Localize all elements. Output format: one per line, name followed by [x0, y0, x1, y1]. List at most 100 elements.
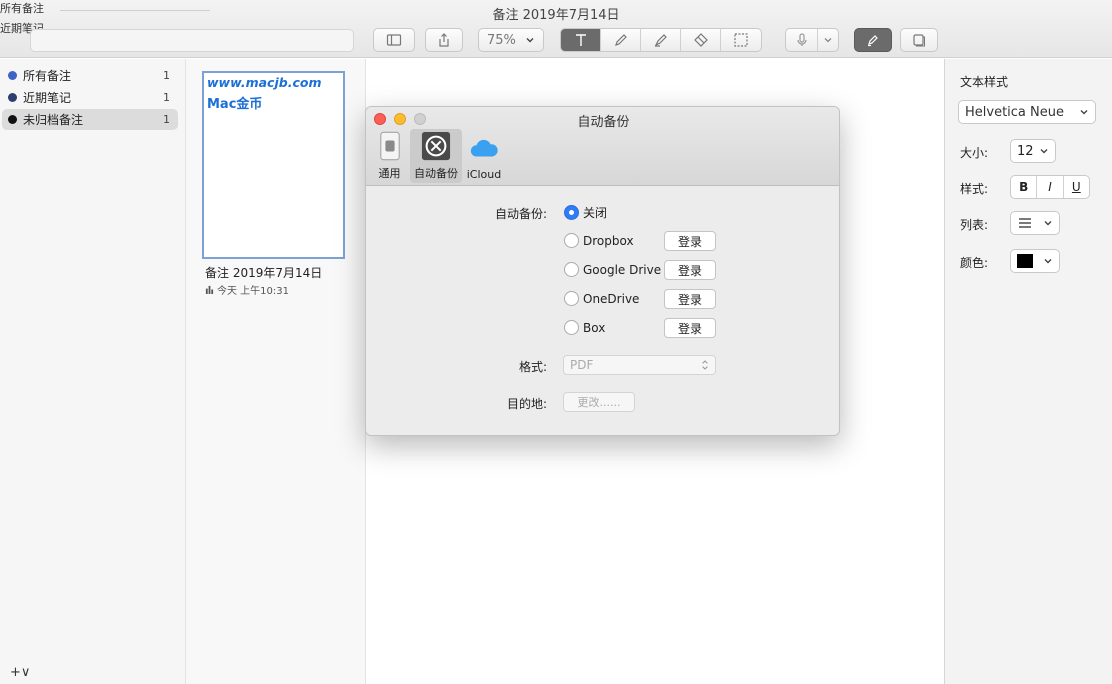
- dropbox-login-button[interactable]: 登录: [664, 231, 716, 251]
- tab-auto-backup[interactable]: 自动备份: [410, 129, 462, 183]
- radio-indicator: [564, 205, 579, 220]
- dialog-header: 自动备份 通用 自动备份 iCloud: [366, 107, 839, 186]
- color-swatch: [1017, 254, 1033, 268]
- eraser-icon: [693, 33, 708, 47]
- radio-label: 关闭: [583, 206, 608, 220]
- sidebar-item-unarchived[interactable]: 未归档备注 1: [2, 109, 178, 130]
- chevron-down-icon: [1080, 110, 1088, 115]
- text-color-select[interactable]: [1010, 249, 1060, 273]
- chevron-down-icon: [1044, 259, 1052, 264]
- radio-label: Google Drive: [583, 262, 662, 277]
- radio-box[interactable]: Box: [564, 320, 605, 335]
- chevron-down-icon: [1040, 149, 1048, 154]
- note-date: 今天 上午10:31: [217, 286, 289, 297]
- chevron-down-icon: [824, 38, 832, 43]
- underline-button[interactable]: U: [1064, 176, 1089, 198]
- search-field[interactable]: [30, 29, 354, 52]
- sidebar-item-label: 所有备注: [23, 69, 72, 83]
- note-list: www.macjb.com Mac金币 备注 2019年7月14日 今天 上午1…: [186, 59, 366, 684]
- radio-google-drive[interactable]: Google Drive: [564, 262, 661, 277]
- radio-dropbox[interactable]: Dropbox: [564, 233, 634, 248]
- radio-label: Box: [583, 320, 606, 335]
- font-family-value: Helvetica Neue: [965, 104, 1064, 120]
- sidebar-item-count: 1: [163, 113, 170, 126]
- selection-tool-button[interactable]: [721, 29, 761, 51]
- text-tool-button[interactable]: [561, 29, 601, 51]
- list-style-select[interactable]: [1010, 211, 1060, 235]
- add-notebook-button[interactable]: +∨: [10, 665, 30, 680]
- radio-onedrive[interactable]: OneDrive: [564, 291, 639, 306]
- blue-dot-icon: [8, 71, 17, 80]
- format-label: 格式:: [518, 360, 547, 374]
- radio-label: Dropbox: [583, 233, 634, 248]
- backup-label: 自动备份:: [494, 207, 547, 221]
- dialog-title: 自动备份: [577, 115, 630, 130]
- tab-label: iCloud: [466, 168, 502, 181]
- box-login-button[interactable]: 登录: [664, 318, 716, 338]
- radio-off[interactable]: 关闭: [564, 204, 607, 221]
- selection-icon: [734, 33, 748, 47]
- pen-tool-button[interactable]: [601, 29, 641, 51]
- list-label: 列表:: [960, 218, 989, 232]
- thumbnail-text: www.macjb.com: [207, 75, 322, 90]
- black-dot-icon: [8, 115, 17, 124]
- bold-button[interactable]: B: [1011, 176, 1038, 198]
- tab-general[interactable]: 通用: [371, 129, 408, 183]
- window-toolbar: 所有备注 近期笔记 备注 2019年7月14日 75%: [0, 0, 1112, 58]
- page-icon: [913, 34, 925, 47]
- size-label: 大小:: [960, 146, 989, 160]
- italic-button[interactable]: I: [1037, 176, 1064, 198]
- note-title: 备注 2019年7月14日: [205, 266, 323, 280]
- note-thumbnail[interactable]: www.macjb.com Mac金币: [202, 71, 345, 259]
- inspector-heading: 文本样式: [960, 75, 1009, 89]
- backup-icon: [421, 130, 451, 162]
- microphone-button[interactable]: [786, 29, 818, 51]
- font-size-value: 12: [1017, 143, 1034, 159]
- zoom-select[interactable]: 75%: [478, 28, 544, 52]
- radio-indicator: [564, 291, 579, 306]
- tab-icloud[interactable]: iCloud: [464, 129, 504, 183]
- sidebar-toggle-button[interactable]: [373, 28, 415, 52]
- text-style-control: B I U: [1010, 175, 1090, 199]
- format-value: PDF: [570, 358, 594, 372]
- highlighter-tool-button[interactable]: [641, 29, 681, 51]
- font-family-select[interactable]: Helvetica Neue: [958, 100, 1096, 124]
- dialog-body: 自动备份: 关闭 Dropbox 登录 Google Drive 登录 OneD…: [366, 187, 839, 435]
- sidebar-item-recent[interactable]: 近期笔记 1: [2, 87, 178, 108]
- sidebar-item-label: 未归档备注: [23, 113, 84, 127]
- highlighter-icon: [654, 34, 667, 47]
- style-label: 样式:: [960, 182, 989, 196]
- record-options-button[interactable]: [818, 29, 838, 51]
- change-destination-button[interactable]: 更改......: [563, 392, 635, 412]
- chevron-down-icon: [526, 38, 534, 43]
- thumbnail-text: Mac金币: [207, 97, 263, 112]
- window-title: 备注 2019年7月14日: [492, 8, 620, 23]
- sidebar: 所有备注 1 近期笔记 1 未归档备注 1 +∨: [0, 59, 186, 684]
- eraser-tool-button[interactable]: [681, 29, 721, 51]
- share-icon: [439, 33, 449, 47]
- onedrive-login-button[interactable]: 登录: [664, 289, 716, 309]
- inspector-toggle-button[interactable]: [900, 28, 938, 52]
- font-size-select[interactable]: 12: [1010, 139, 1056, 163]
- zoom-value: 75%: [487, 32, 516, 48]
- format-select[interactable]: PDF: [563, 355, 716, 375]
- color-label: 颜色:: [960, 256, 989, 270]
- destination-label: 目的地:: [506, 397, 547, 411]
- tab-label: 自动备份: [414, 167, 458, 180]
- sidebar-item-all-notes[interactable]: 所有备注 1: [2, 65, 178, 86]
- bar-chart-icon: [205, 285, 214, 294]
- note-meta: 今天 上午10:31: [205, 282, 289, 297]
- sidebar-item-count: 1: [163, 91, 170, 104]
- share-button[interactable]: [425, 28, 463, 52]
- cloud-icon: [469, 133, 499, 165]
- updown-chevron-icon: [702, 360, 708, 370]
- marker-button[interactable]: [854, 28, 892, 52]
- pen-icon: [614, 34, 627, 46]
- marker-icon: [868, 35, 878, 47]
- chevron-down-icon: [1044, 221, 1052, 226]
- list-icon: [1019, 218, 1031, 228]
- google-drive-login-button[interactable]: 登录: [664, 260, 716, 280]
- radio-indicator: [564, 320, 579, 335]
- inspector-panel: 文本样式 Helvetica Neue 大小: 12 样式: B I U 列表:…: [944, 59, 1112, 684]
- sidebar-item-count: 1: [163, 69, 170, 82]
